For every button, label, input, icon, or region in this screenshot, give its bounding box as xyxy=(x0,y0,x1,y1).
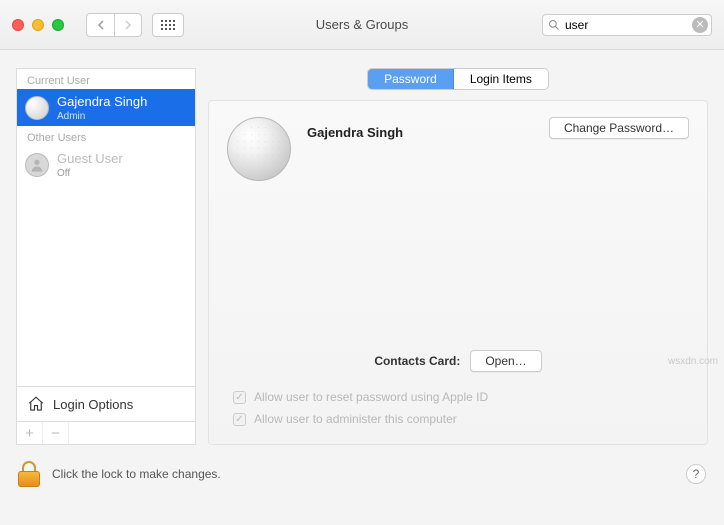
user-display-name: Gajendra Singh xyxy=(307,117,533,140)
search-field-wrap: ✕ xyxy=(542,14,712,36)
allow-reset-label: Allow user to reset password using Apple… xyxy=(254,390,488,404)
back-button[interactable] xyxy=(86,13,114,37)
home-icon xyxy=(27,395,45,413)
avatar-icon xyxy=(25,96,49,120)
allow-admin-checkbox-row: ✓ Allow user to administer this computer xyxy=(233,412,689,426)
watermark: wsxdn.com xyxy=(668,356,718,367)
nav-buttons xyxy=(86,13,142,37)
lock-hint-text: Click the lock to make changes. xyxy=(52,467,221,481)
lock-icon[interactable] xyxy=(18,461,40,487)
tab-bar: Password Login Items xyxy=(208,68,708,90)
window-title: Users & Groups xyxy=(316,17,408,32)
minimize-window-button[interactable] xyxy=(32,19,44,31)
sidebar-guest-role: Off xyxy=(57,168,123,179)
content-area: Current User Gajendra Singh Admin Other … xyxy=(0,50,724,455)
sidebar-user-role: Admin xyxy=(57,111,147,122)
show-all-prefs-button[interactable] xyxy=(152,13,184,37)
search-input[interactable] xyxy=(542,14,712,36)
open-contacts-button[interactable]: Open… xyxy=(470,350,541,372)
user-avatar-large[interactable] xyxy=(227,117,291,181)
search-icon xyxy=(548,19,560,31)
sidebar-user-guest[interactable]: Guest User Off xyxy=(17,146,195,183)
add-remove-row: + − xyxy=(17,421,195,444)
change-password-button[interactable]: Change Password… xyxy=(549,117,689,139)
contacts-card-label: Contacts Card: xyxy=(374,354,460,368)
main-panel: Password Login Items Gajendra Singh Chan… xyxy=(208,68,708,445)
window-controls xyxy=(12,19,64,31)
remove-user-button[interactable]: − xyxy=(43,422,69,444)
tab-password[interactable]: Password xyxy=(368,69,454,89)
users-sidebar: Current User Gajendra Singh Admin Other … xyxy=(16,68,196,445)
help-button[interactable]: ? xyxy=(686,464,706,484)
login-options-row[interactable]: Login Options xyxy=(17,386,195,421)
password-panel: Gajendra Singh Change Password… Contacts… xyxy=(208,100,708,445)
sidebar-user-name: Gajendra Singh xyxy=(57,94,147,109)
tab-login-items[interactable]: Login Items xyxy=(454,69,548,89)
add-user-button[interactable]: + xyxy=(17,422,43,444)
allow-admin-checkbox[interactable]: ✓ xyxy=(233,413,246,426)
footer: Click the lock to make changes. ? xyxy=(0,455,724,499)
allow-reset-checkbox[interactable]: ✓ xyxy=(233,391,246,404)
allow-reset-checkbox-row: ✓ Allow user to reset password using App… xyxy=(233,390,689,404)
grid-icon xyxy=(161,20,175,30)
sidebar-guest-name: Guest User xyxy=(57,151,123,166)
close-window-button[interactable] xyxy=(12,19,24,31)
contacts-card-row: Contacts Card: Open… xyxy=(227,350,689,372)
sidebar-header-current: Current User xyxy=(17,69,195,89)
allow-admin-label: Allow user to administer this computer xyxy=(254,412,457,426)
sidebar-header-other: Other Users xyxy=(17,126,195,146)
sidebar-user-current[interactable]: Gajendra Singh Admin xyxy=(17,89,195,126)
maximize-window-button[interactable] xyxy=(52,19,64,31)
forward-button[interactable] xyxy=(114,13,142,37)
titlebar: Users & Groups ✕ xyxy=(0,0,724,50)
clear-search-button[interactable]: ✕ xyxy=(692,17,708,33)
login-options-label: Login Options xyxy=(53,397,133,412)
guest-avatar-icon xyxy=(25,153,49,177)
